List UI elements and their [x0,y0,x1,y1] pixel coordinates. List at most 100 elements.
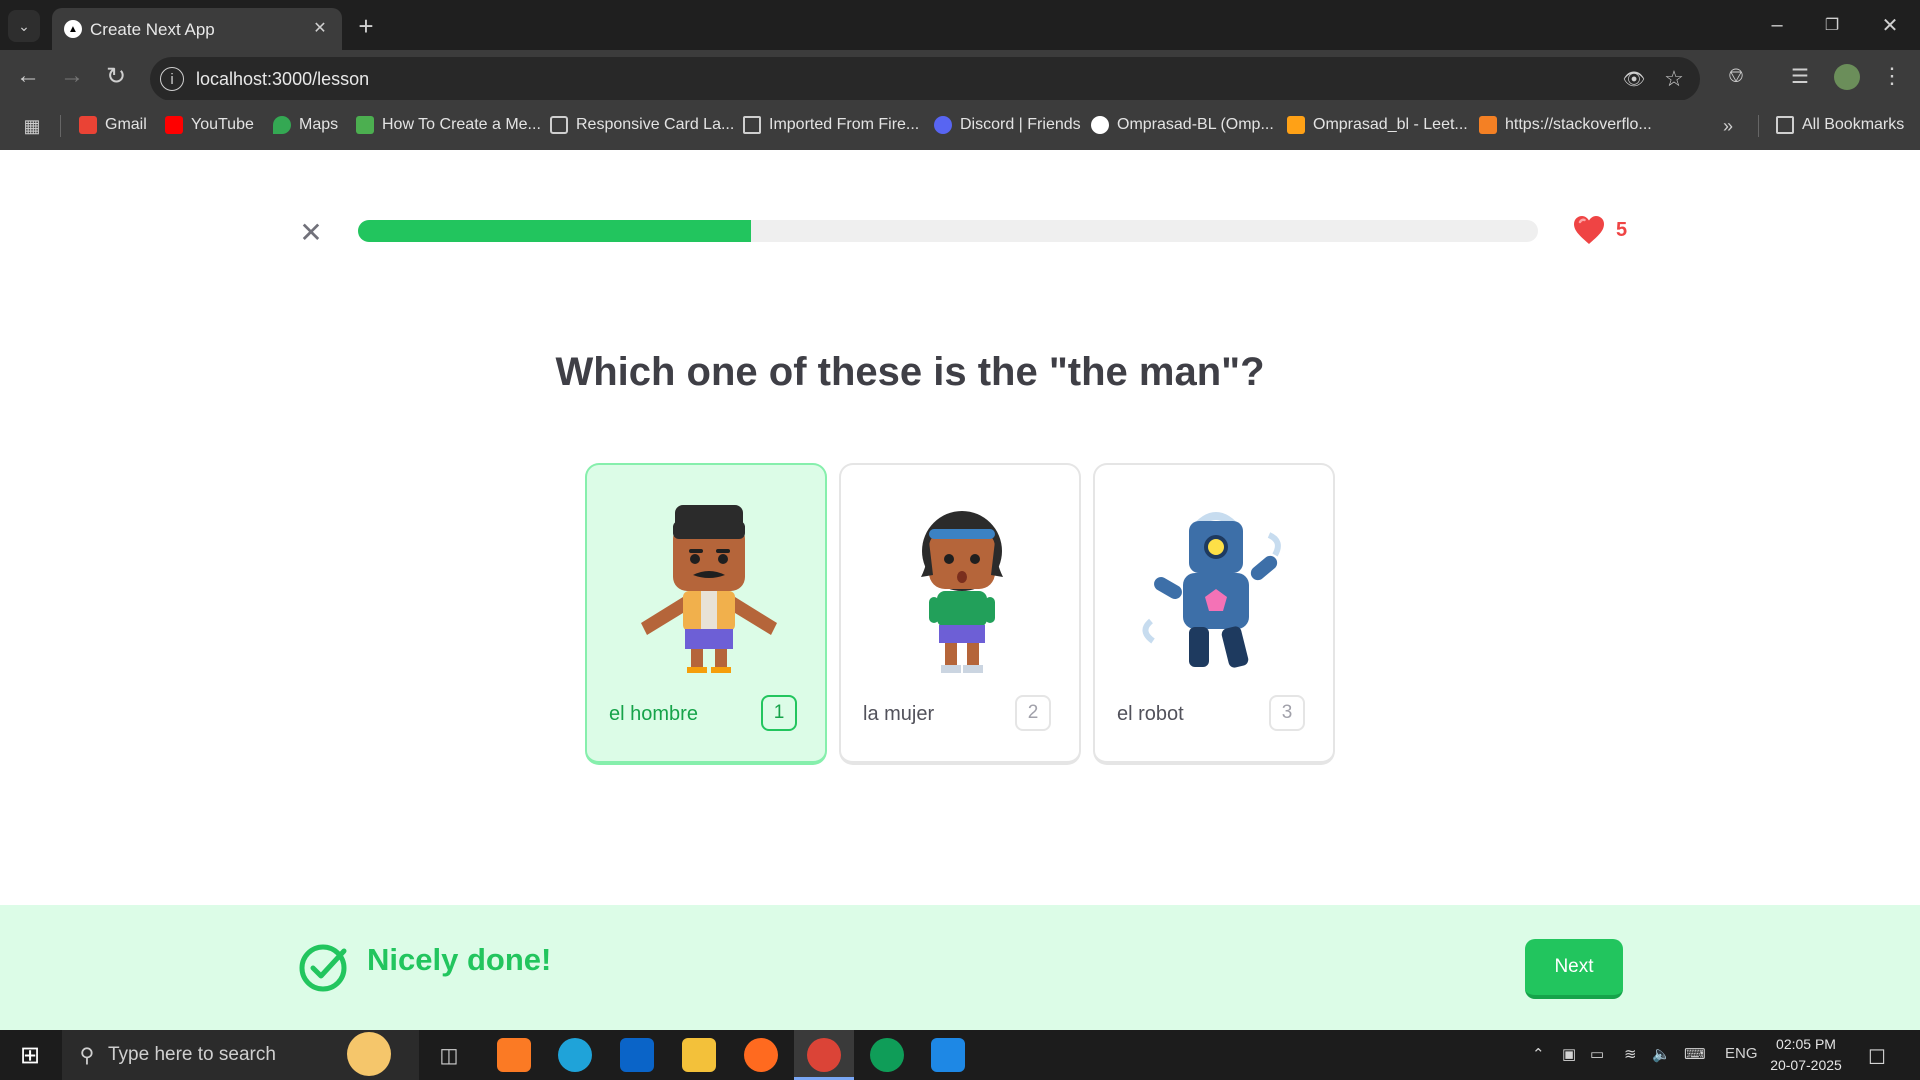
taskbar-search-input[interactable]: ⚲ Type here to search [62,1030,419,1080]
tab-close-icon[interactable]: ✕ [308,16,332,40]
back-icon[interactable]: ← [12,60,44,92]
exit-lesson-close-icon[interactable]: ✕ [295,216,327,248]
bookmark-how-to-create[interactable]: How To Create a Me... [356,113,541,137]
check-circle-icon [299,944,347,992]
bookmark-label: https://stackoverflo... [1505,116,1652,133]
option-card-el-robot[interactable]: el robot 3 [1093,463,1335,765]
windows-start-icon[interactable]: ⊞ [10,1038,50,1072]
lesson-page: ✕ 5 Which one of these is the "the man"? [0,150,1920,1030]
close-window-icon[interactable]: ✕ [1868,10,1912,40]
lesson-progress-bar [358,220,1538,242]
bookmark-leetcode[interactable]: Omprasad_bl - Leet... [1287,113,1468,137]
language-indicator[interactable]: ENG [1725,1045,1758,1062]
bookmark-label: YouTube [191,116,254,133]
bookmark-maps[interactable]: Maps [273,113,338,137]
page-icon [550,116,568,134]
bookmarks-divider [60,115,61,137]
clock[interactable]: 02:05 PM 20-07-2025 [1766,1034,1846,1076]
bookmark-label: How To Create a Me... [382,116,541,133]
more-bookmarks-chevron-icon[interactable]: » [1714,112,1742,140]
bookmark-imported-folder[interactable]: Imported From Fire... [743,113,919,137]
edge-app-icon[interactable] [558,1038,592,1072]
bookmarks-bar: ▦ Gmail YouTube Maps How To Create a Me.… [0,100,1920,150]
bookmark-label: Omprasad_bl - Leet... [1313,116,1468,133]
folder-icon [1776,116,1794,134]
question-title: Which one of these is the "the man"? [555,350,1265,394]
search-placeholder: Type here to search [108,1044,276,1065]
media-control-icon[interactable]: ☰ [1784,60,1816,92]
heart-icon [1574,216,1604,244]
w-logo-icon [356,116,374,134]
github-icon [1091,116,1109,134]
bookmark-youtube[interactable]: YouTube [165,113,254,137]
robot-character-icon [1142,512,1281,668]
bookmark-stackoverflow[interactable]: https://stackoverflo... [1479,113,1652,137]
discord-icon [934,116,952,134]
bookmark-label: Responsive Card La... [576,116,735,133]
forward-icon[interactable]: → [56,60,88,92]
youtube-icon [165,116,183,134]
bookmark-label: Discord | Friends [960,116,1081,133]
maps-icon [273,116,291,134]
address-bar[interactable]: i localhost:3000/lesson 👁 ☆ [150,57,1700,101]
all-bookmarks[interactable]: All Bookmarks [1776,113,1904,137]
folder-icon [743,116,761,134]
keyboard-icon[interactable]: ⌨ [1684,1045,1706,1063]
bookmark-responsive-card[interactable]: Responsive Card La... [550,113,734,137]
search-icon: ⚲ [79,1044,95,1067]
tab-title: Create Next App [90,20,215,39]
search-highlight-moon-icon [347,1032,391,1076]
minimize-icon[interactable]: – [1755,10,1799,40]
volume-icon[interactable]: 🔈 [1652,1045,1671,1063]
bookmark-label: Omprasad-BL (Omp... [1117,116,1274,133]
option-label: el hombre [609,703,698,725]
vscode-app-icon[interactable] [931,1038,965,1072]
firefox-app-icon[interactable] [744,1038,778,1072]
url-text[interactable]: localhost:3000/lesson [196,69,369,90]
bookmark-gmail[interactable]: Gmail [79,113,147,137]
tab-search-chevron-icon[interactable]: ⌄ [8,10,40,42]
browser-tab[interactable]: ▲ Create Next App ✕ [52,8,342,50]
apps-grid-icon[interactable]: ▦ [18,112,46,140]
reload-icon[interactable]: ↻ [100,60,132,92]
new-tab-icon[interactable]: + [350,10,382,42]
bookmark-discord[interactable]: Discord | Friends [934,113,1081,137]
option-shortcut-key: 1 [761,695,797,731]
chrome-profile-app-icon[interactable] [870,1038,904,1072]
option-card-la-mujer[interactable]: la mujer 2 [839,463,1081,765]
option-shortcut-key: 2 [1015,695,1051,731]
man-character-icon [641,505,777,673]
file-explorer-app-icon[interactable] [682,1038,716,1072]
outlook-app-icon[interactable] [620,1038,654,1072]
option-label: la mujer [863,703,935,725]
xampp-app-icon[interactable] [497,1038,531,1072]
nextjs-favicon-icon: ▲ [64,20,82,38]
bookmark-label: Imported From Fire... [769,116,920,133]
tray-chevron-up-icon[interactable]: ⌃ [1532,1045,1545,1063]
meet-now-icon[interactable]: ▣ [1562,1045,1576,1063]
star-bookmark-icon[interactable]: ☆ [1660,65,1688,93]
eye-slash-icon[interactable]: 👁 [1620,65,1648,93]
task-view-icon[interactable]: ◫ [432,1038,466,1072]
bookmarks-divider [1758,115,1759,137]
chrome-app-icon[interactable] [807,1038,841,1072]
all-bookmarks-label: All Bookmarks [1802,116,1905,133]
browser-menu-icon[interactable]: ⋮ [1876,60,1908,92]
feedback-status-text: Nicely done! [367,942,552,977]
restore-icon[interactable]: ❐ [1810,10,1854,40]
tab-strip: ⌄ ▲ Create Next App ✕ + – ❐ ✕ [0,0,1920,50]
battery-icon[interactable]: ▭ [1590,1045,1604,1063]
wifi-icon[interactable]: ≋ [1624,1045,1637,1063]
extensions-icon[interactable]: ⎊ [1720,60,1752,92]
clock-date: 20-07-2025 [1770,1057,1842,1073]
woman-character-icon [921,511,1003,673]
profile-avatar[interactable] [1834,64,1860,90]
next-button[interactable]: Next [1525,939,1623,999]
notifications-icon[interactable]: ☐ [1868,1045,1886,1070]
option-card-el-hombre[interactable]: el hombre 1 [585,463,827,765]
site-info-icon[interactable]: i [160,67,184,91]
lesson-feedback-footer: Nicely done! Next [0,905,1920,1030]
gmail-icon [79,116,97,134]
hearts-counter: 5 [1572,214,1627,246]
bookmark-github[interactable]: Omprasad-BL (Omp... [1091,113,1274,137]
